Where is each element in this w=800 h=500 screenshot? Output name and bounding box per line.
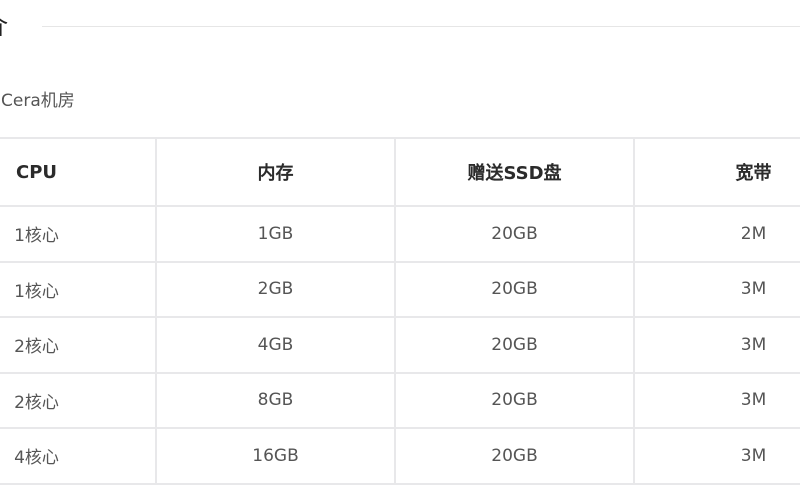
- table-row: 4核心 16GB 20GB 3M: [0, 427, 800, 485]
- cell-cpu: 1核心: [0, 205, 157, 263]
- cell-bandwidth: 3M: [633, 316, 800, 374]
- cell-ssd: 20GB: [394, 371, 635, 429]
- column-header-ssd: 赠送SSD盘: [394, 137, 635, 207]
- cell-memory: 4GB: [155, 316, 396, 374]
- table-row: 2核心 8GB 20GB 3M: [0, 371, 800, 429]
- cell-ssd: 20GB: [394, 316, 635, 374]
- cell-bandwidth: 3M: [633, 260, 800, 318]
- cell-cpu: 2核心: [0, 316, 157, 374]
- cell-cpu: 1核心: [0, 260, 157, 318]
- column-header-bandwidth: 宽带: [633, 137, 800, 207]
- heading-divider: [42, 26, 800, 27]
- cell-memory: 8GB: [155, 371, 396, 429]
- cell-ssd: 20GB: [394, 260, 635, 318]
- table-row: 2核心 4GB 20GB 3M: [0, 316, 800, 374]
- cell-bandwidth: 3M: [633, 371, 800, 429]
- cell-memory: 1GB: [155, 205, 396, 263]
- table-row: 1核心 2GB 20GB 3M: [0, 260, 800, 318]
- cell-memory: 16GB: [155, 427, 396, 485]
- table-header-row: CPU 内存 赠送SSD盘 宽带: [0, 137, 800, 207]
- section-heading: 介: [0, 8, 8, 44]
- cell-cpu: 4核心: [0, 427, 157, 485]
- cell-memory: 2GB: [155, 260, 396, 318]
- cell-bandwidth: 2M: [633, 205, 800, 263]
- datacenter-label: Cera机房: [1, 91, 75, 111]
- server-spec-table: CPU 内存 赠送SSD盘 宽带 1核心 1GB 20GB 2M 1核心 2GB…: [0, 137, 800, 485]
- cell-cpu: 2核心: [0, 371, 157, 429]
- column-header-memory: 内存: [155, 137, 396, 207]
- section-heading-text: 介: [0, 8, 8, 44]
- column-header-cpu: CPU: [0, 137, 157, 207]
- cell-ssd: 20GB: [394, 427, 635, 485]
- cell-bandwidth: 3M: [633, 427, 800, 485]
- table-row: 1核心 1GB 20GB 2M: [0, 205, 800, 263]
- cell-ssd: 20GB: [394, 205, 635, 263]
